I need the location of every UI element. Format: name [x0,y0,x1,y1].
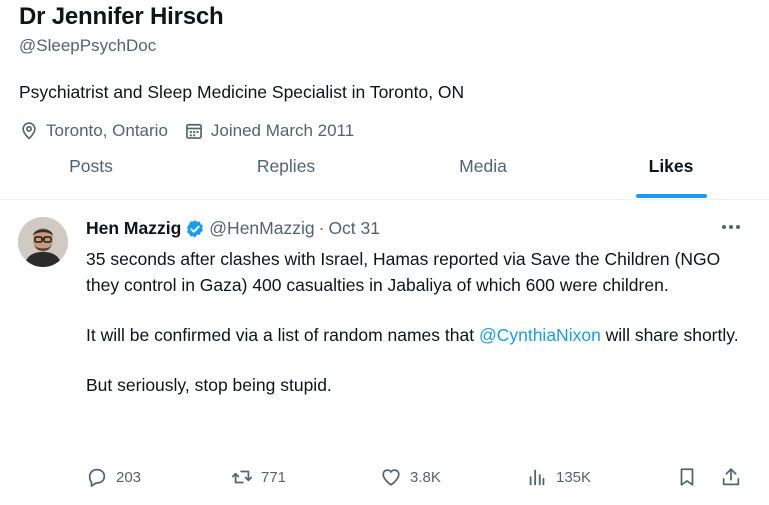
profile-location: Toronto, Ontario [19,121,168,141]
tweet-separator: · [318,218,325,238]
bookmark-icon[interactable] [676,466,698,488]
tweet-author-name[interactable]: Hen Mazzig [86,218,181,239]
tab-posts[interactable]: Posts [69,156,113,177]
location-pin-icon [22,122,36,140]
profile-bio: Psychiatrist and Sleep Medicine Speciali… [19,82,465,102]
views-chart-icon [529,469,545,486]
share-icon[interactable] [720,466,742,488]
like-button[interactable]: 3.8K [380,466,441,488]
repost-button[interactable]: 771 [231,466,286,488]
profile-joined-text: Joined March 2011 [210,121,355,140]
tab-likes[interactable]: Likes [649,156,694,177]
tweet[interactable]: Hen Mazzig @HenMazzig · Oct 31 35 second… [0,201,769,505]
tweet-paragraph-2-start: It will be confirmed via a list of rando… [86,325,479,345]
tweet-paragraph-2-end: will share shortly. [600,325,739,345]
profile-handle: @SleepPsychDoc [19,36,157,55]
calendar-icon [185,123,202,139]
reply-count: 203 [116,468,142,486]
more-options-icon[interactable] [718,217,744,237]
tab-media[interactable]: Media [459,156,507,177]
like-count: 3.8K [410,468,441,486]
profile-location-text: Toronto, Ontario [46,121,168,140]
tab-replies[interactable]: Replies [257,156,315,177]
reply-icon [88,468,106,487]
tweet-actions: 203 771 3.8K 135K [0,463,769,493]
profile-joined: Joined March 2011 [184,121,354,141]
profile-meta: Toronto, Ontario Joined March 2011 [19,121,370,141]
mention-link[interactable]: @CynthiaNixon [479,325,601,345]
views-button[interactable]: 135K [526,466,591,488]
tweet-paragraph-3: But seriously, stop being stupid. [86,375,332,395]
tweet-author-handle[interactable]: @HenMazzig [209,218,314,239]
repost-count: 771 [261,468,287,486]
repost-icon [231,470,253,484]
tweet-paragraph-2: It will be confirmed via a list of rando… [86,322,756,348]
profile-tabs: Posts Replies Media Likes [0,148,769,200]
heart-icon [382,469,400,486]
reply-button[interactable]: 203 [86,466,141,488]
tweet-text: 35 seconds after clashes with Israel, Ha… [86,246,756,398]
tweet-date[interactable]: Oct 31 [328,218,380,239]
avatar[interactable] [18,217,68,267]
profile-name: Dr Jennifer Hirsch [19,3,224,30]
tweet-header: Hen Mazzig @HenMazzig · Oct 31 [86,218,380,239]
active-tab-indicator [636,194,707,198]
verified-badge-icon [187,219,204,238]
views-count: 135K [556,468,592,486]
tweet-paragraph-1: 35 seconds after clashes with Israel, Ha… [86,249,721,295]
